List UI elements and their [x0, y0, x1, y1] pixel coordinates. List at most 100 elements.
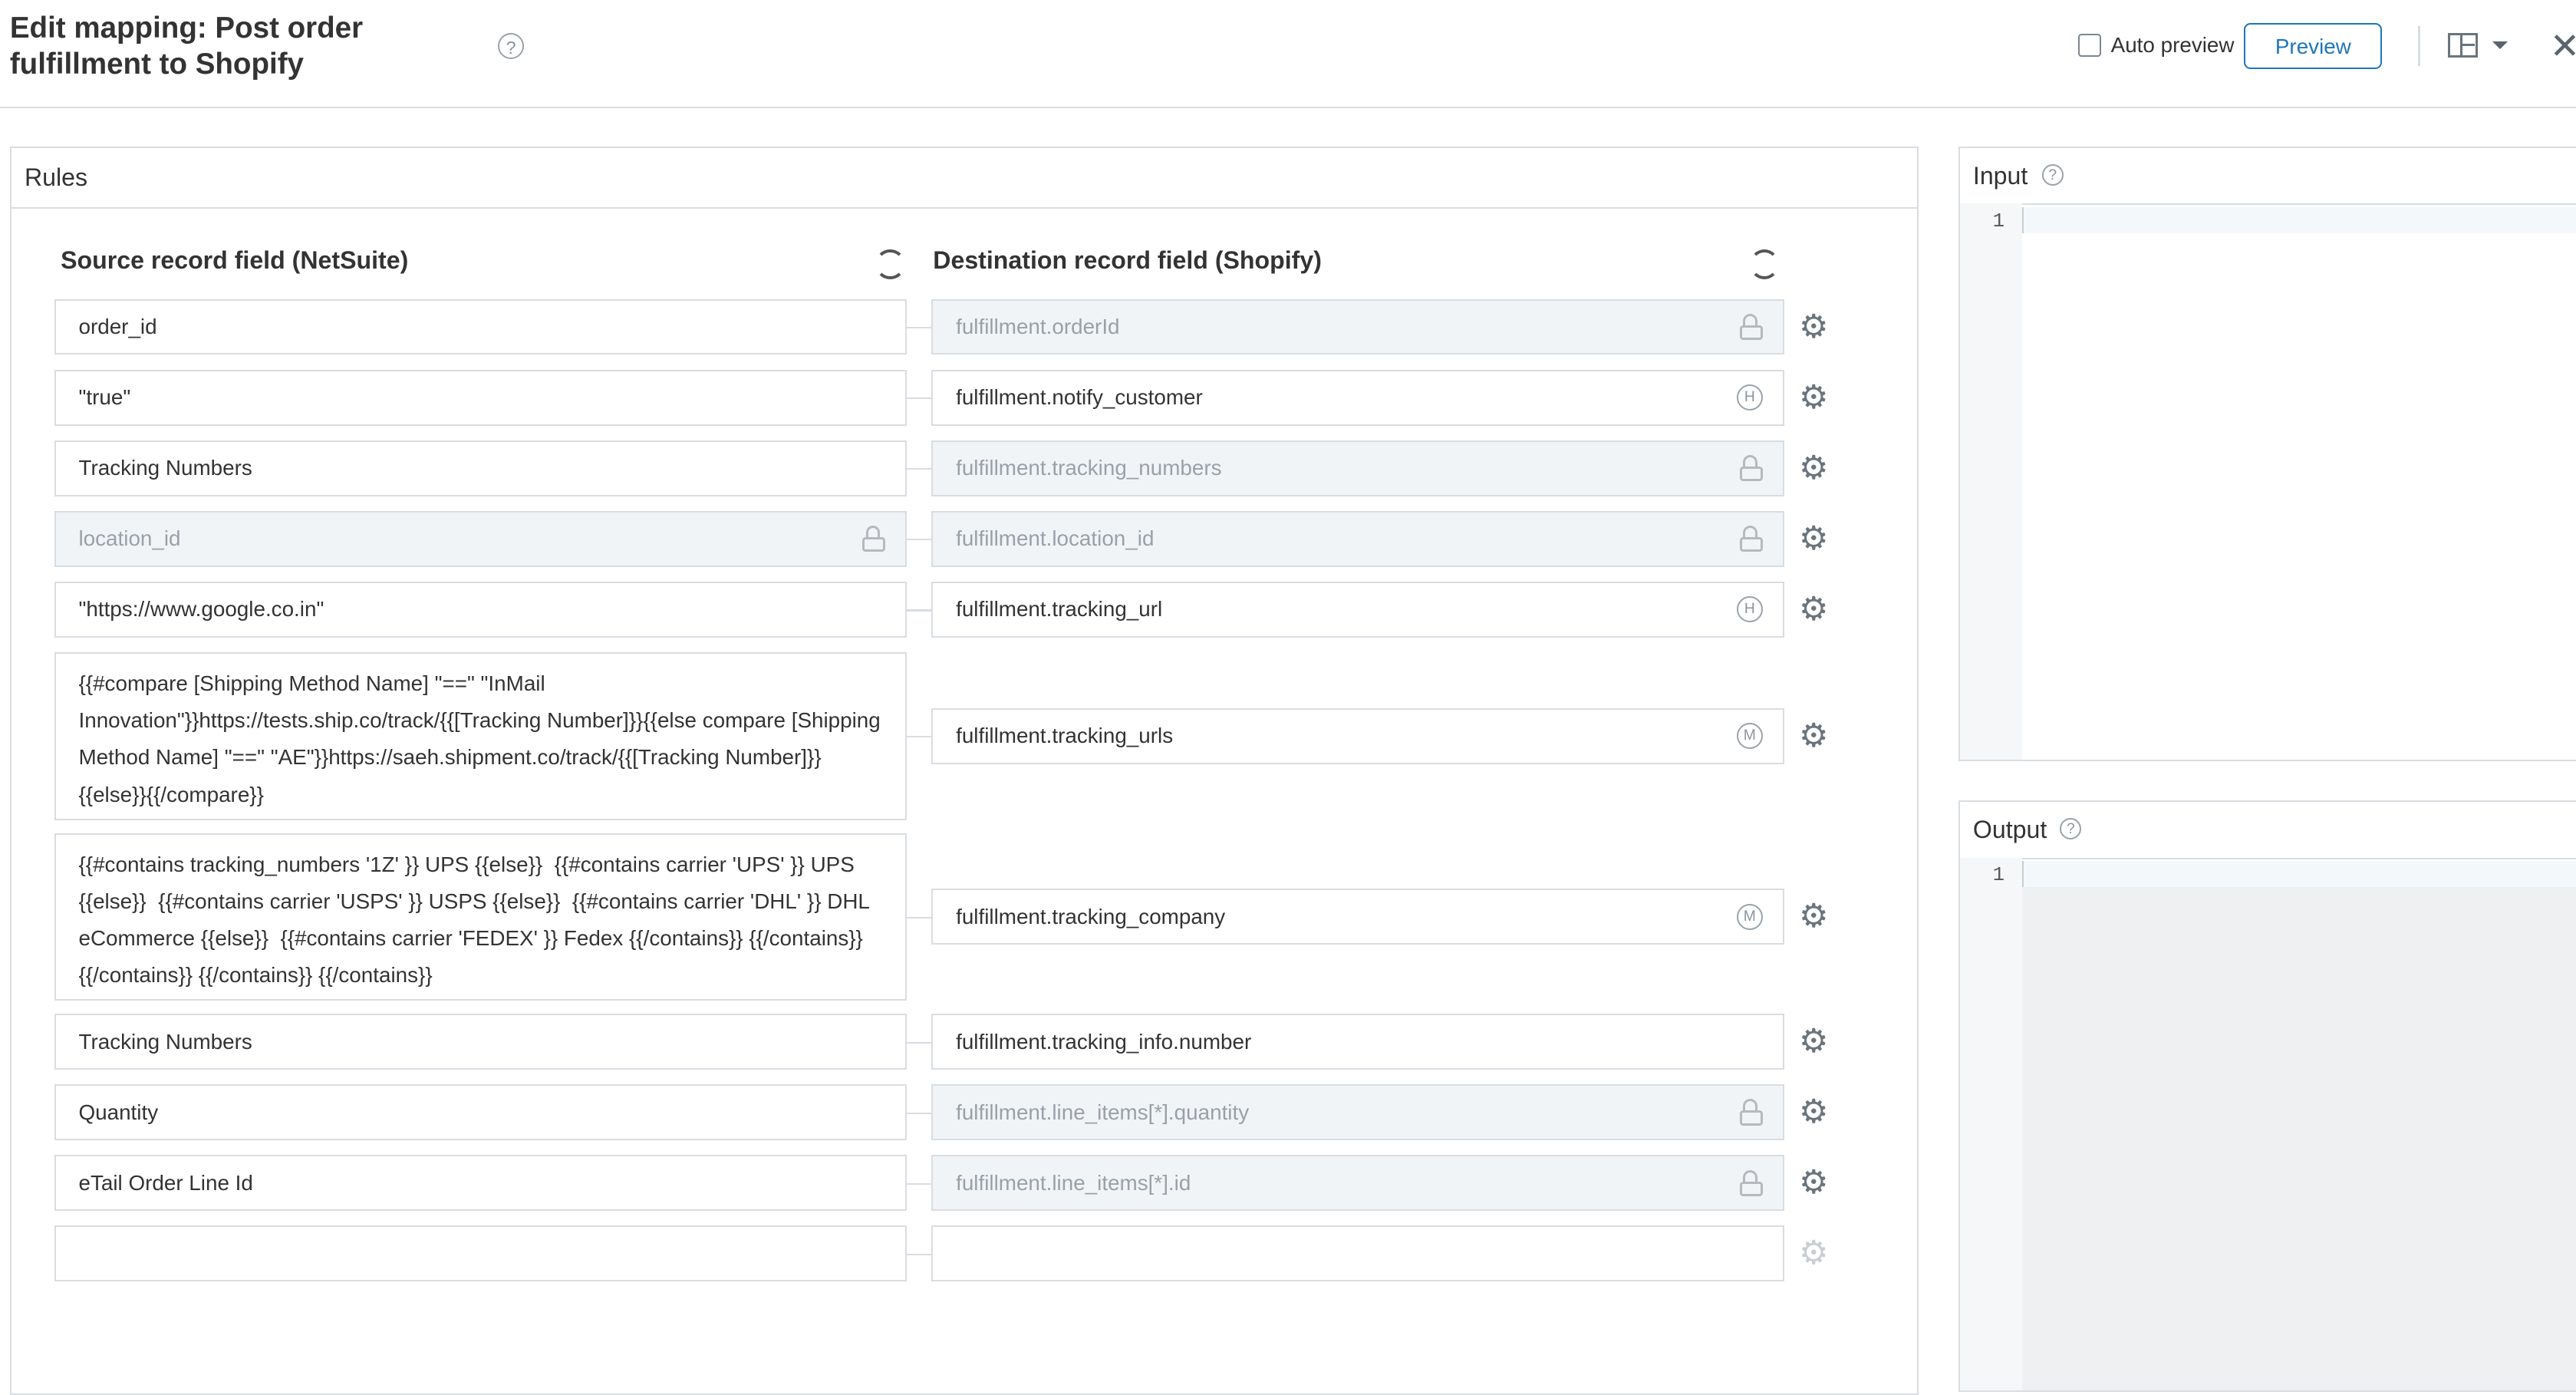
preview-button[interactable]: Preview: [2244, 22, 2383, 69]
row-connector: [907, 1041, 934, 1044]
source-field-value: {{#contains tracking_numbers '1Z' }} UPS…: [78, 852, 875, 988]
settings-gear-icon[interactable]: ⚙: [1797, 1096, 1830, 1129]
destination-field-input[interactable]: fulfillment.tracking_info.number: [931, 1014, 1784, 1070]
destination-field-input[interactable]: fulfillment.tracking_urls M: [931, 707, 1784, 764]
source-field-value: location_id: [78, 526, 181, 551]
destination-field-input[interactable]: fulfillment.location_id: [931, 510, 1784, 567]
settings-gear-icon[interactable]: ⚙: [1797, 451, 1830, 485]
destination-field-value: fulfillment.notify_customer: [956, 385, 1203, 410]
source-field-value: {{#compare [Shipping Method Name] "==" "…: [78, 671, 887, 806]
source-field-input[interactable]: {{#compare [Shipping Method Name] "==" "…: [54, 652, 907, 820]
destination-field-input[interactable]: fulfillment.tracking_numbers: [931, 440, 1784, 496]
hardcoded-badge-icon: H: [1736, 596, 1763, 623]
destination-field-input[interactable]: [931, 1225, 1784, 1282]
source-field-input[interactable]: {{#contains tracking_numbers '1Z' }} UPS…: [54, 833, 907, 1001]
row-connector: [907, 539, 934, 541]
settings-gear-icon[interactable]: ⚙: [1797, 1025, 1830, 1058]
help-icon[interactable]: ?: [2041, 164, 2064, 186]
row-connector: [907, 609, 934, 612]
lock-icon: [1739, 313, 1763, 340]
input-header: Input ?: [1959, 148, 2576, 206]
auto-preview-toggle[interactable]: Auto preview: [2078, 32, 2235, 58]
output-line-number: 1: [1992, 864, 2005, 887]
destination-field-value: fulfillment.line_items[*].id: [956, 1170, 1191, 1195]
source-field-value: "https://www.google.co.in": [78, 597, 324, 622]
source-field-input[interactable]: Tracking Numbers: [54, 440, 907, 496]
destination-field-input[interactable]: fulfillment.line_items[*].id: [931, 1155, 1784, 1212]
output-title: Output: [1972, 815, 2047, 843]
input-editor[interactable]: [2022, 232, 2576, 760]
source-field-input[interactable]: location_id: [54, 510, 907, 567]
destination-field-value: fulfillment.line_items[*].quantity: [956, 1100, 1250, 1124]
source-field-input[interactable]: order_id: [54, 298, 907, 355]
output-gutter: [1959, 857, 2023, 1390]
source-field-value: eTail Order Line Id: [78, 1170, 253, 1195]
row-connector: [907, 327, 934, 329]
destination-field-value: fulfillment.tracking_url: [956, 597, 1163, 622]
multifield-badge-icon: M: [1736, 723, 1763, 750]
auto-preview-checkbox[interactable]: [2078, 33, 2101, 57]
settings-gear-icon[interactable]: ⚙: [1797, 719, 1830, 753]
output-editor: [2022, 887, 2576, 1390]
row-connector: [907, 1253, 934, 1256]
destination-field-value: fulfillment.tracking_info.number: [956, 1029, 1252, 1054]
input-title: Input: [1972, 161, 2028, 190]
refresh-source-icon[interactable]: [875, 249, 905, 279]
settings-gear-icon[interactable]: ⚙: [1797, 900, 1830, 933]
settings-gear-icon[interactable]: ⚙: [1797, 310, 1830, 344]
source-field-value: Tracking Numbers: [78, 1029, 252, 1054]
source-field-input[interactable]: [54, 1225, 907, 1282]
lock-icon: [1739, 454, 1763, 482]
source-field-value: order_id: [78, 315, 157, 339]
settings-gear-icon[interactable]: ⚙: [1797, 1166, 1830, 1199]
destination-field-input[interactable]: fulfillment.tracking_company M: [931, 889, 1784, 945]
multifield-badge-icon: M: [1736, 903, 1763, 930]
layout-icon[interactable]: [2447, 32, 2478, 58]
destination-field-value: fulfillment.location_id: [956, 526, 1155, 551]
settings-gear-icon[interactable]: ⚙: [1797, 593, 1830, 626]
source-field-value: "true": [78, 385, 131, 410]
destination-field-input[interactable]: fulfillment.orderId: [931, 298, 1784, 355]
source-column-header: Source record field (NetSuite): [61, 246, 409, 275]
source-field-input[interactable]: "true": [54, 369, 907, 426]
source-field-input[interactable]: Quantity: [54, 1084, 907, 1141]
settings-gear-icon[interactable]: ⚙: [1797, 1237, 1830, 1270]
rules-title: Rules: [11, 148, 1918, 209]
destination-field-value: fulfillment.orderId: [956, 315, 1120, 339]
input-line-number: 1: [1992, 209, 2005, 232]
settings-gear-icon[interactable]: ⚙: [1797, 522, 1830, 556]
input-active-line[interactable]: [2022, 206, 2576, 233]
destination-field-value: fulfillment.tracking_numbers: [956, 456, 1222, 480]
settings-gear-icon[interactable]: ⚙: [1797, 381, 1830, 414]
input-gutter: [1959, 203, 2023, 760]
destination-field-input[interactable]: fulfillment.line_items[*].quantity: [931, 1084, 1784, 1141]
row-connector: [907, 916, 934, 918]
row-connector: [907, 397, 934, 400]
source-field-value: Quantity: [78, 1100, 159, 1124]
destination-column-header: Destination record field (Shopify): [933, 246, 1322, 275]
source-field-input[interactable]: "https://www.google.co.in": [54, 581, 907, 638]
lock-icon: [862, 526, 886, 552]
rules-panel: Rules Source record field (NetSuite) Des…: [9, 146, 1919, 1395]
output-panel: Output ? 1: [1958, 800, 2576, 1392]
source-field-input[interactable]: Tracking Numbers: [54, 1014, 907, 1070]
row-connector: [907, 468, 934, 470]
auto-preview-label: Auto preview: [2110, 32, 2235, 57]
output-header: Output ?: [1959, 802, 2576, 859]
destination-field-input[interactable]: fulfillment.notify_customer H: [931, 369, 1784, 426]
page-title: Edit mapping: Post order fulfillment to …: [9, 11, 364, 81]
top-bar: Edit mapping: Post order fulfillment to …: [0, 0, 2576, 109]
close-icon[interactable]: ✕: [2550, 28, 2576, 64]
help-icon[interactable]: ?: [497, 32, 525, 60]
lock-icon: [1739, 1099, 1763, 1126]
help-icon[interactable]: ?: [2060, 818, 2082, 840]
lock-icon: [1739, 526, 1763, 552]
chevron-down-icon[interactable]: [2492, 41, 2508, 49]
source-field-input[interactable]: eTail Order Line Id: [54, 1155, 907, 1212]
destination-field-input[interactable]: fulfillment.tracking_url H: [931, 581, 1784, 638]
output-active-line: [2022, 861, 2576, 888]
row-connector: [907, 736, 934, 738]
row-connector: [907, 1182, 934, 1185]
source-field-value: Tracking Numbers: [78, 456, 252, 480]
refresh-destination-icon[interactable]: [1749, 249, 1780, 279]
